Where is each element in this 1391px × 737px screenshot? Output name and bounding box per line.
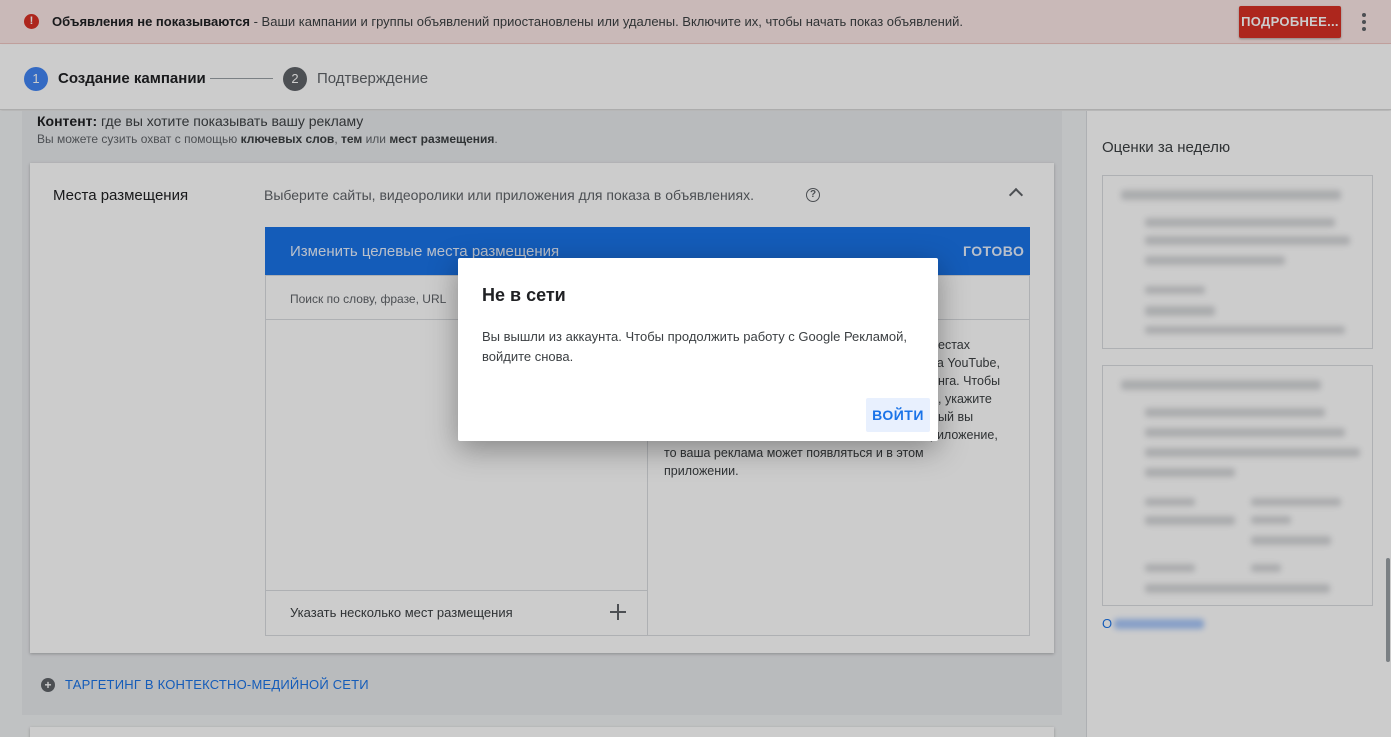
dialog-title: Не в сети (482, 285, 566, 305)
dialog-message: Вы вышли из аккаунта. Чтобы продолжить р… (482, 329, 907, 364)
offline-dialog: Не в сети Вы вышли из аккаунта. Чтобы пр… (458, 258, 938, 441)
sign-in-button[interactable]: ВОЙТИ (866, 398, 930, 432)
